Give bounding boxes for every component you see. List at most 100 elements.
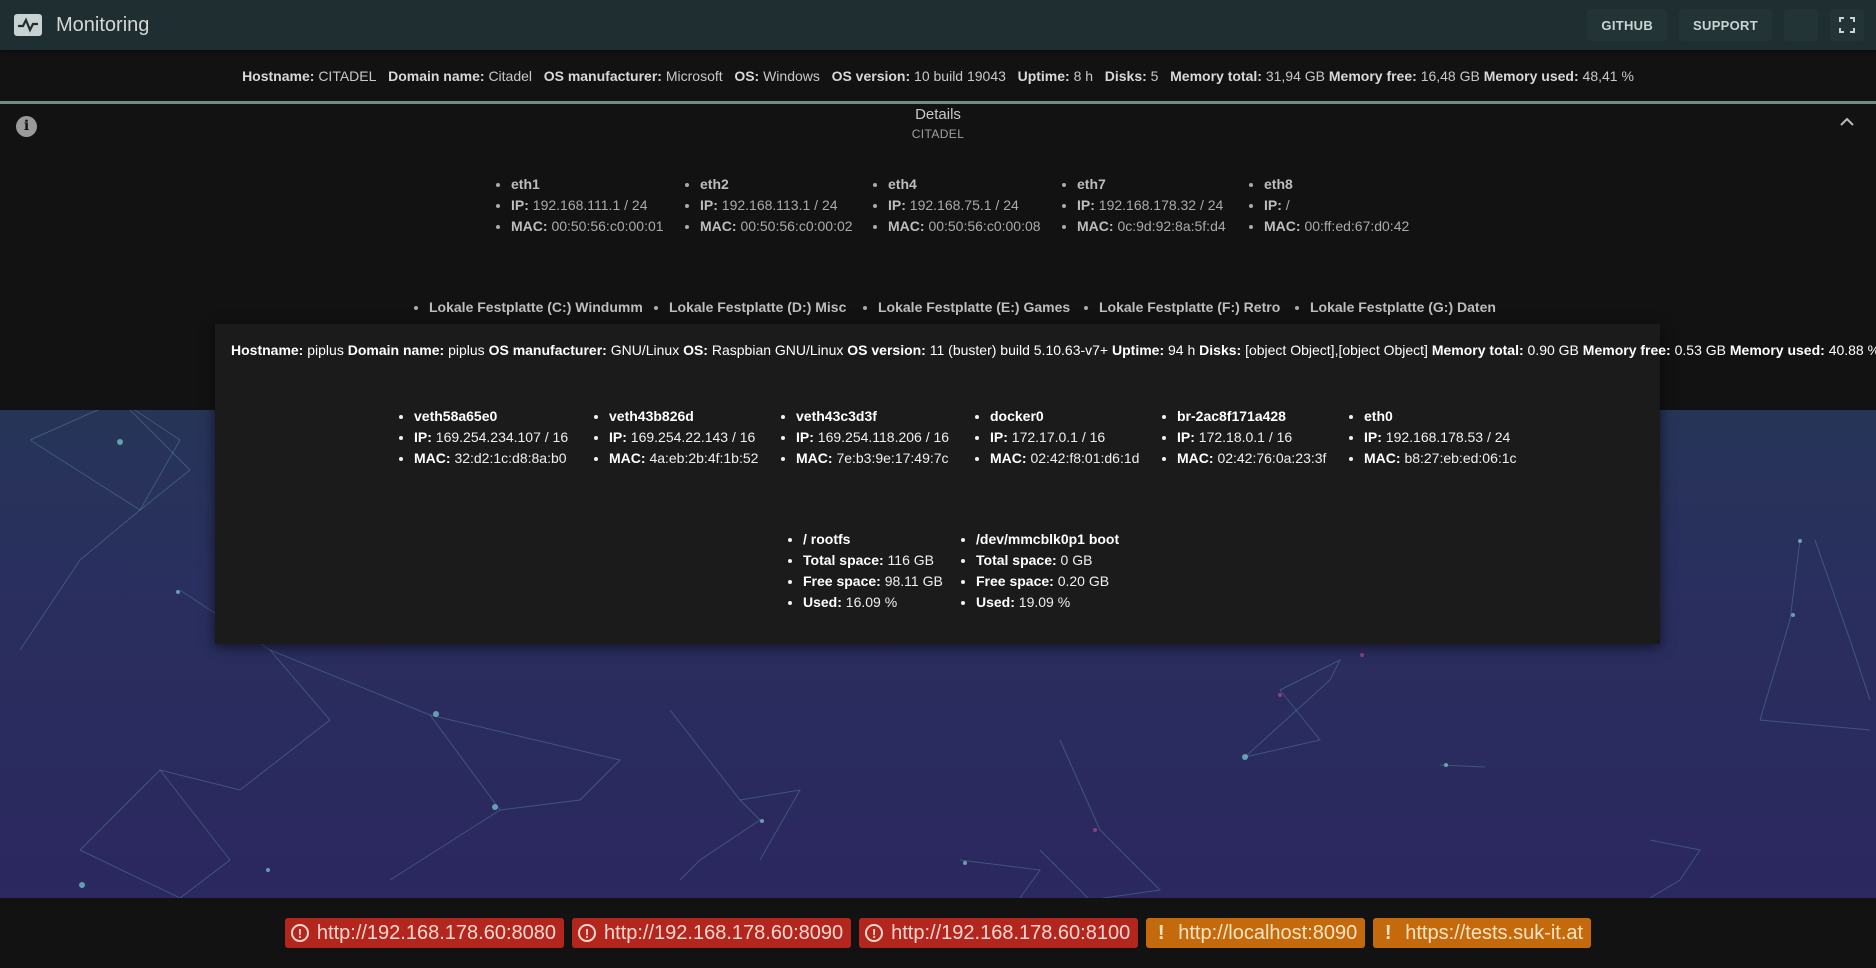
host1-summary: Hostname: CITADEL Domain name: Citadel O… <box>242 68 1634 84</box>
interface-mac: b8:27:eb:ed:06:1c <box>1404 450 1517 466</box>
url-status-chip[interactable]: ! https://tests.suk-it.at <box>1373 918 1592 948</box>
url-status-chip[interactable]: ! http://localhost:8090 <box>1146 918 1366 948</box>
mac-label: MAC: <box>990 450 1027 466</box>
disk-card: Lokale Festplatte (G:) Daten <box>1290 297 1496 318</box>
interface-ip: / <box>1285 197 1290 213</box>
ip-label: IP: <box>796 429 814 445</box>
memory-free-label: Memory free: <box>1328 67 1417 84</box>
interface-card: eth4 IP: 192.168.75.1 / 24 MAC: 00:50:56… <box>868 174 1057 237</box>
manufacturer-label: OS manufacturer: <box>488 342 607 358</box>
interface-name: eth1 <box>511 176 540 192</box>
theme-toggle-button[interactable] <box>1784 9 1818 41</box>
disk-card: Lokale Festplatte (E:) Games <box>858 297 1079 318</box>
url-label: http://192.168.178.60:8100 <box>891 921 1131 944</box>
interface-card: eth1 IP: 192.168.111.1 / 24 MAC: 00:50:5… <box>491 174 680 237</box>
url-status-chip[interactable]: ! http://192.168.178.60:8100 <box>859 918 1139 948</box>
github-button[interactable]: GITHUB <box>1587 9 1668 41</box>
disk-card: Lokale Festplatte (F:) Retro <box>1079 297 1290 318</box>
interface-name: veth43b826d <box>609 408 694 424</box>
interface-card: br-2ac8f171a428 IP: 172.18.0.1 / 16 MAC:… <box>1157 406 1344 469</box>
interface-ip: 192.168.178.32 / 24 <box>1098 197 1224 213</box>
os-version-value: 11 (buster) build 5.10.63-v7+ <box>929 342 1109 358</box>
interface-name: eth8 <box>1264 176 1293 192</box>
app-bar: Monitoring GITHUB SUPPORT <box>0 0 1876 50</box>
domain-value: piplus <box>448 342 485 358</box>
interface-ip: 172.18.0.1 / 16 <box>1198 429 1293 445</box>
host2-summary: Hostname: piplus Domain name: piplus OS … <box>215 324 1876 358</box>
uptime-value: 94 h <box>1168 342 1196 358</box>
ip-label: IP: <box>888 197 906 213</box>
info-icon[interactable]: i <box>16 116 37 137</box>
hostname-value: piplus <box>307 342 344 358</box>
fullscreen-button[interactable] <box>1830 9 1864 41</box>
interface-mac: 02:42:76:0a:23:3f <box>1217 450 1327 466</box>
hostname-label: Hostname: <box>231 342 304 358</box>
free-space-label: Free space: <box>803 573 881 589</box>
used-label: Used: <box>976 594 1015 610</box>
domain-label: Domain name: <box>388 67 485 84</box>
total-space-label: Total space: <box>976 552 1057 568</box>
interface-mac: 00:50:56:c0:00:01 <box>551 218 664 234</box>
interface-card: docker0 IP: 172.17.0.1 / 16 MAC: 02:42:f… <box>970 406 1157 469</box>
host-detail-popup: Hostname: piplus Domain name: piplus OS … <box>215 324 1876 644</box>
disk-name: Lokale Festplatte (F:) Retro <box>1099 299 1281 315</box>
interface-card: eth7 IP: 192.168.178.32 / 24 MAC: 0c:9d:… <box>1057 174 1244 237</box>
disk-total: 0 GB <box>1060 552 1093 568</box>
support-button[interactable]: SUPPORT <box>1679 9 1772 41</box>
disk-card: Lokale Festplatte (C:) Windumm <box>409 297 649 318</box>
memory-total-label: Memory total: <box>1431 342 1524 358</box>
host1-interfaces: eth1 IP: 192.168.111.1 / 24 MAC: 00:50:5… <box>491 174 1414 237</box>
interface-card: veth58a65e0 IP: 169.254.234.107 / 16 MAC… <box>394 406 589 469</box>
chevron-up-icon[interactable] <box>1840 114 1854 130</box>
disk-name: / rootfs <box>803 531 851 547</box>
url-label: https://tests.suk-it.at <box>1405 921 1584 944</box>
manufacturer-value: GNU/Linux <box>610 342 680 358</box>
interface-mac: 0c:9d:92:8a:5f:d4 <box>1117 218 1226 234</box>
interface-name: veth58a65e0 <box>414 408 498 424</box>
os-value: Windows <box>763 67 820 84</box>
interface-name: eth4 <box>888 176 917 192</box>
exclamation-icon: ! <box>1157 922 1165 944</box>
disks-label: Disks: <box>1104 67 1147 84</box>
host2-interfaces: veth58a65e0 IP: 169.254.234.107 / 16 MAC… <box>394 406 1517 469</box>
interface-ip: 169.254.22.143 / 16 <box>630 429 756 445</box>
host1-disks: Lokale Festplatte (C:) Windumm Lokale Fe… <box>409 297 1496 318</box>
total-space-label: Total space: <box>803 552 884 568</box>
app-title: Monitoring <box>56 13 150 36</box>
mac-label: MAC: <box>1364 450 1401 466</box>
interface-name: veth43c3d3f <box>796 408 877 424</box>
interface-card: eth2 IP: 192.168.113.1 / 24 MAC: 00:50:5… <box>680 174 868 237</box>
mac-label: MAC: <box>1077 218 1114 234</box>
details-subtitle: CITADEL <box>911 127 965 141</box>
os-version-value: 10 build 19043 <box>914 67 1006 84</box>
url-status-chip[interactable]: ! http://192.168.178.60:8080 <box>284 918 565 948</box>
disk-card: /dev/mmcblk0p1 boot Total space: 0 GB Fr… <box>956 529 1126 613</box>
mac-label: MAC: <box>796 450 833 466</box>
memory-total-value: 0.90 GB <box>1527 342 1579 358</box>
mac-label: MAC: <box>888 218 925 234</box>
ip-label: IP: <box>511 197 529 213</box>
interface-name: br-2ac8f171a428 <box>1177 408 1286 424</box>
manufacturer-label: OS manufacturer: <box>543 67 662 84</box>
interface-mac: 00:50:56:c0:00:02 <box>740 218 853 234</box>
domain-label: Domain name: <box>347 342 445 358</box>
ip-label: IP: <box>1264 197 1282 213</box>
url-label: http://192.168.178.60:8090 <box>604 921 844 944</box>
details-header[interactable]: Details CITADEL <box>0 104 1876 141</box>
disk-card: Lokale Festplatte (D:) Misc <box>649 297 858 318</box>
disk-name: Lokale Festplatte (C:) Windumm <box>429 299 643 315</box>
disk-name: Lokale Festplatte (G:) Daten <box>1310 299 1496 315</box>
interface-ip: 192.168.111.1 / 24 <box>532 197 648 213</box>
memory-used-label: Memory used: <box>1483 67 1579 84</box>
ip-label: IP: <box>1077 197 1095 213</box>
interface-ip: 192.168.113.1 / 24 <box>721 197 838 213</box>
interface-ip: 192.168.178.53 / 24 <box>1385 429 1511 445</box>
exclamation-icon: ! <box>1384 922 1392 944</box>
interface-card: eth8 IP: / MAC: 00:ff:ed:67:d0:42 <box>1244 174 1414 237</box>
interface-mac: 02:42:f8:01:d6:1d <box>1030 450 1140 466</box>
url-status-chip[interactable]: ! http://192.168.178.60:8090 <box>572 918 852 948</box>
uptime-label: Uptime: <box>1112 342 1165 358</box>
memory-free-value: 0.53 GB <box>1674 342 1726 358</box>
os-version-label: OS version: <box>831 67 911 84</box>
ip-label: IP: <box>414 429 432 445</box>
